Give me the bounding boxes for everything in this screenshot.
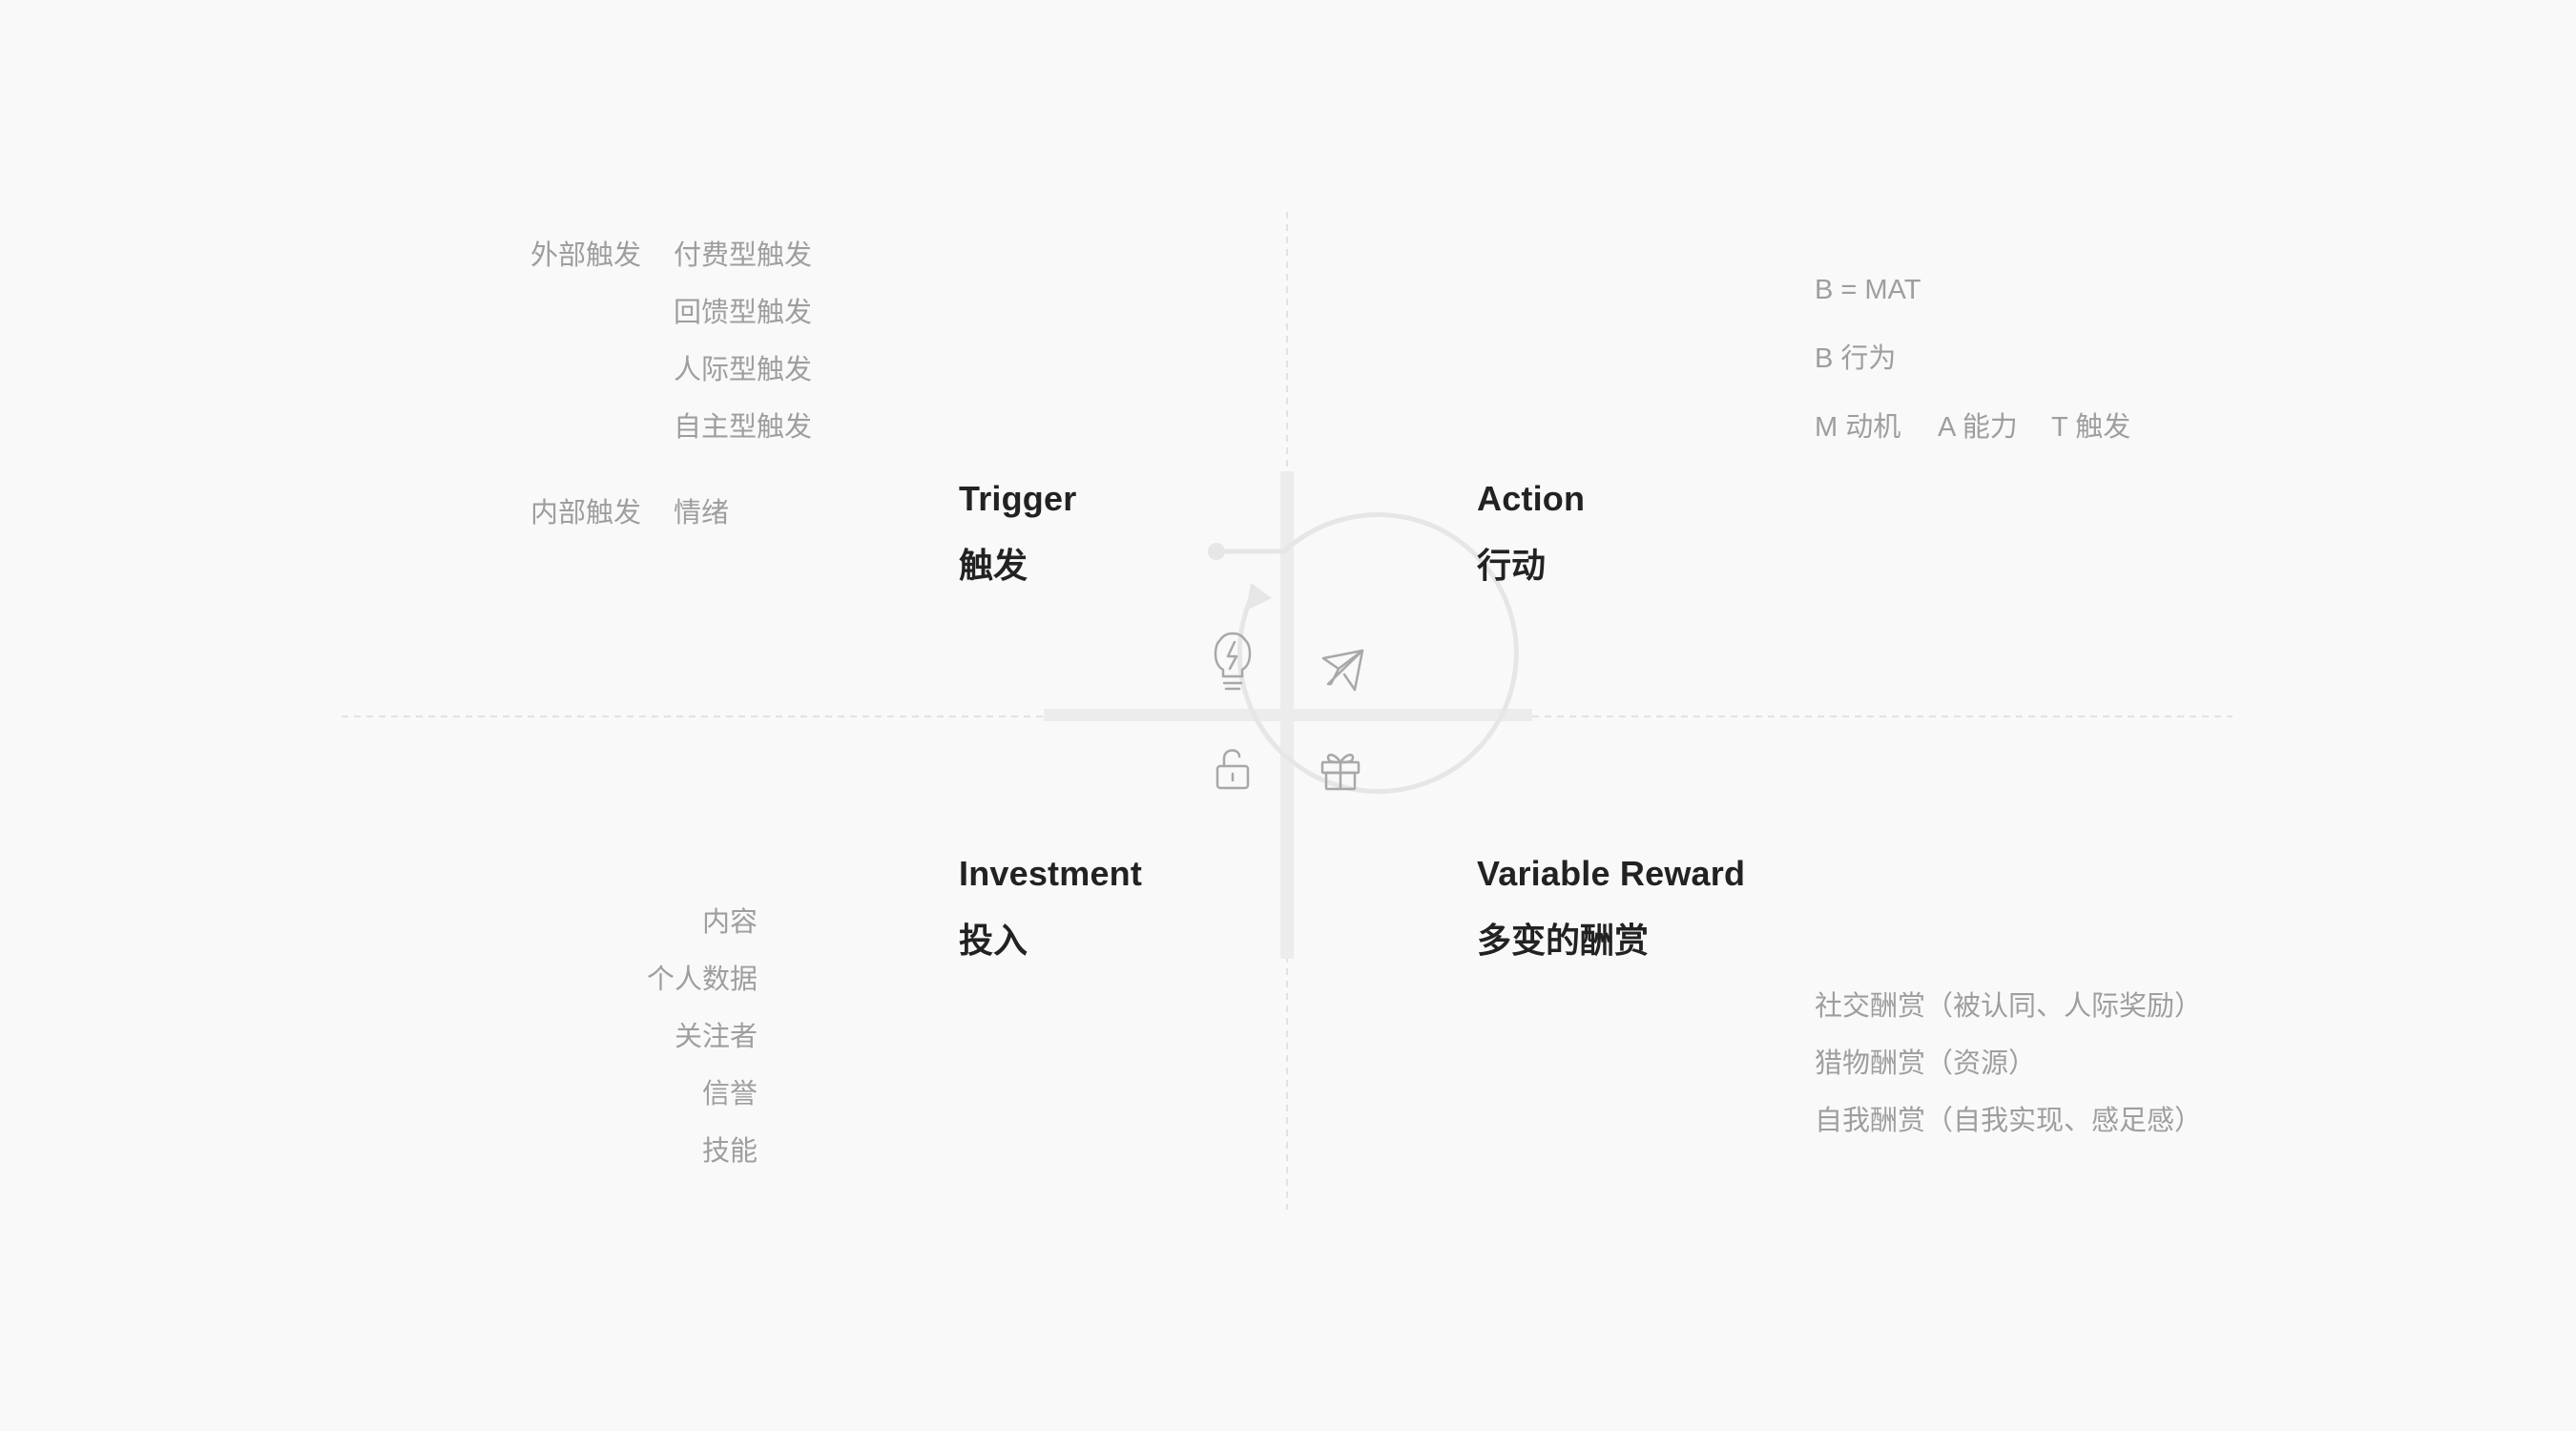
trigger-type-autonomous: 自主型触发 bbox=[674, 412, 813, 443]
cycle-arrow-head bbox=[1246, 583, 1272, 611]
trigger-title-cn: 触发 bbox=[959, 546, 1028, 585]
reward-type-social: 社交酬赏（被认同、人际奖励） bbox=[1815, 991, 2203, 1022]
trigger-type-paid: 付费型触发 bbox=[674, 240, 813, 271]
reward-title-en: Variable Reward bbox=[1477, 854, 1746, 893]
rocket-icon bbox=[1321, 649, 1364, 692]
reward-type-hunt: 猎物酬赏（资源） bbox=[1815, 1048, 2037, 1079]
trigger-type-feedback: 回馈型触发 bbox=[674, 298, 813, 328]
investment-title-cn: 投入 bbox=[959, 921, 1028, 960]
action-a-meaning: A 能力 bbox=[1938, 412, 2018, 443]
investment-item-content: 内容 bbox=[701, 907, 758, 938]
action-title-cn: 行动 bbox=[1477, 546, 1547, 585]
action-m-meaning: M 动机 bbox=[1815, 412, 1901, 443]
internal-trigger-label: 内部触发 bbox=[530, 498, 642, 529]
internal-trigger-emotion: 情绪 bbox=[674, 498, 730, 529]
lock-icon bbox=[1215, 749, 1250, 790]
reward-title-cn: 多变的酬赏 bbox=[1477, 921, 1650, 960]
investment-title-en: Investment bbox=[959, 854, 1143, 893]
trigger-type-interpersonal: 人际型触发 bbox=[674, 355, 813, 385]
cycle-loop bbox=[1215, 512, 1519, 795]
action-title-en: Action bbox=[1477, 479, 1586, 518]
action-b-meaning: B 行为 bbox=[1815, 343, 1897, 374]
external-trigger-label: 外部触发 bbox=[530, 240, 642, 271]
hook-model-diagram: Trigger 触发 Action 行动 Investment 投入 Varia… bbox=[0, 0, 2576, 1431]
trigger-title-en: Trigger bbox=[959, 479, 1077, 518]
investment-item-followers: 关注者 bbox=[674, 1022, 758, 1052]
action-formula: B = MAT bbox=[1815, 275, 1922, 305]
investment-item-personal-data: 个人数据 bbox=[646, 964, 758, 995]
cycle-start-dot bbox=[1208, 543, 1225, 560]
reward-type-self: 自我酬赏（自我实现、感足感） bbox=[1815, 1106, 2203, 1136]
cycle-graphic bbox=[342, 212, 2233, 1210]
investment-item-reputation: 信誉 bbox=[701, 1079, 758, 1110]
investment-item-skills: 技能 bbox=[701, 1136, 758, 1167]
action-t-meaning: T 触发 bbox=[2051, 412, 2131, 443]
